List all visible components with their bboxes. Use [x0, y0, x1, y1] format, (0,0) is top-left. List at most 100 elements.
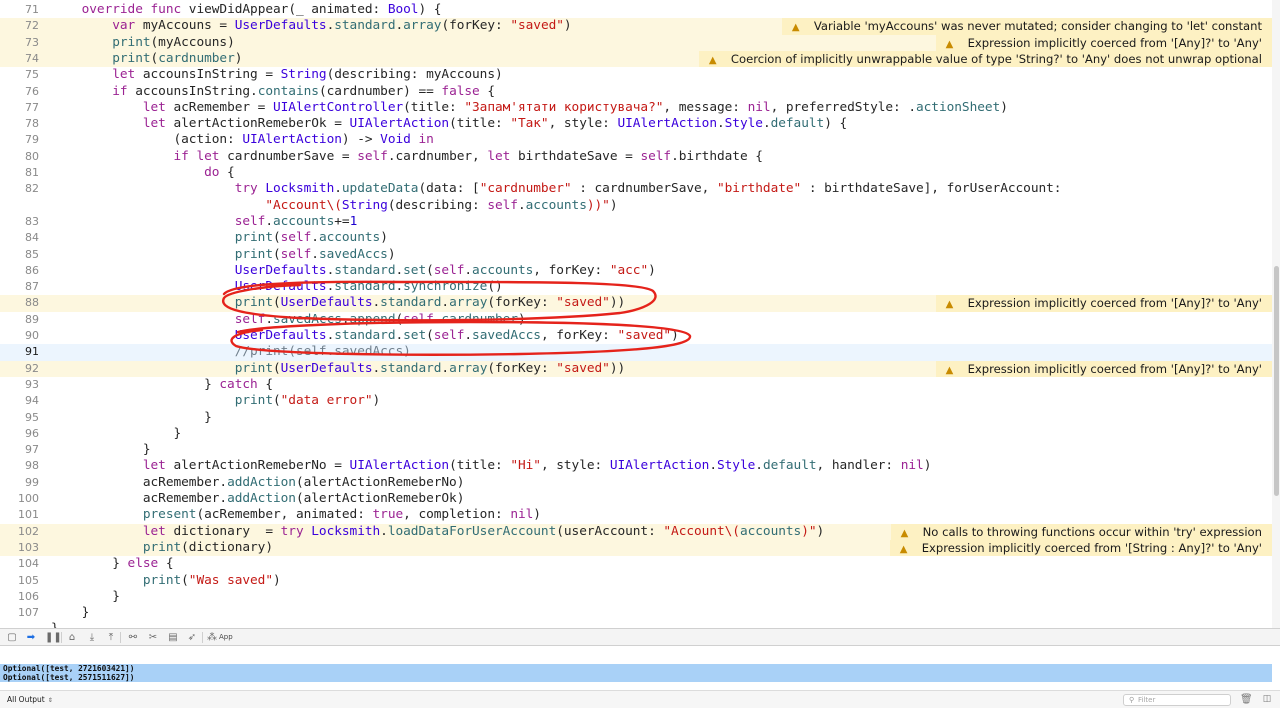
code-text[interactable]: (action: UIAlertAction) -> Void in — [51, 132, 433, 148]
line-number[interactable]: 93 — [0, 377, 39, 393]
code-text[interactable]: UserDefaults.standard.synchronize() — [51, 279, 503, 295]
step-over-icon[interactable]: ⌂ — [65, 631, 79, 644]
code-text[interactable]: UserDefaults.standard.set(self.savedAccs… — [51, 328, 679, 344]
code-line[interactable]: 85 print(self.savedAccs) — [0, 247, 1280, 263]
code-text[interactable]: } — [51, 426, 181, 442]
line-number[interactable]: 105 — [0, 573, 39, 589]
code-line[interactable]: "Account\(String(describing: self.accoun… — [0, 198, 1280, 214]
line-number[interactable]: 89 — [0, 312, 39, 328]
line-number[interactable]: 99 — [0, 475, 39, 491]
line-number[interactable]: 82 — [0, 181, 39, 197]
code-line[interactable]: 80 if let cardnumberSave = self.cardnumb… — [0, 149, 1280, 165]
code-text[interactable]: let alertActionRemeberOk = UIAlertAction… — [51, 116, 847, 132]
code-text[interactable]: } — [51, 442, 151, 458]
code-line[interactable]: 86 UserDefaults.standard.set(self.accoun… — [0, 263, 1280, 279]
code-text[interactable]: print(UserDefaults.standard.array(forKey… — [51, 361, 625, 377]
code-line[interactable]: 89 self.savedAccs.append(self.cardnumber… — [0, 312, 1280, 328]
warning-message[interactable]: ▲ Expression implicitly coerced from '[An… — [935, 295, 1274, 312]
line-number[interactable]: 81 — [0, 165, 39, 181]
code-line[interactable]: 100 acRemember.addAction(alertActionReme… — [0, 491, 1280, 507]
console-output[interactable]: Optional([test, 2721603421]) Optional([te… — [0, 646, 1280, 690]
line-number[interactable]: 95 — [0, 410, 39, 426]
step-into-icon[interactable]: ⤓ — [85, 631, 99, 644]
line-number[interactable]: 104 — [0, 556, 39, 572]
code-text[interactable]: print(UserDefaults.standard.array(forKey… — [51, 295, 625, 311]
code-line[interactable]: 107 } — [0, 605, 1280, 621]
code-text[interactable]: } — [51, 410, 212, 426]
code-line[interactable]: 106 } — [0, 589, 1280, 605]
code-text[interactable]: print(dictionary) — [51, 540, 273, 556]
code-text[interactable]: if let cardnumberSave = self.cardnumber,… — [51, 149, 762, 165]
line-number[interactable]: 92 — [0, 361, 39, 377]
code-line[interactable]: 83 self.accounts+=1 — [0, 214, 1280, 230]
code-line[interactable]: 103 print(dictionary) ▲ Expression implici… — [0, 539, 1280, 557]
line-number[interactable]: 85 — [0, 247, 39, 263]
code-editor[interactable]: 71 override func viewDidAppear(_ animate… — [0, 0, 1280, 628]
line-number[interactable]: 79 — [0, 132, 39, 148]
code-text[interactable]: print("Was saved") — [51, 573, 281, 589]
line-number[interactable]: 74 — [0, 51, 39, 67]
filter-field[interactable]: ⚲ — [1123, 694, 1231, 706]
line-number[interactable]: 94 — [0, 393, 39, 409]
code-text[interactable]: let alertActionRemeberNo = UIAlertAction… — [51, 458, 932, 474]
view-hierarchy-icon[interactable]: ⚯ — [126, 631, 140, 644]
code-line[interactable]: 84 print(self.accounts) — [0, 230, 1280, 246]
line-number[interactable]: 91 — [0, 344, 39, 360]
code-text[interactable]: print(cardnumber) — [51, 51, 242, 67]
line-number[interactable]: 97 — [0, 442, 39, 458]
code-line[interactable]: 75 let accounsInString = String(describi… — [0, 67, 1280, 83]
memory-graph-icon[interactable]: ✂ — [146, 631, 160, 644]
line-number[interactable]: 72 — [0, 18, 39, 34]
line-number[interactable]: 76 — [0, 84, 39, 100]
line-number[interactable]: 101 — [0, 507, 39, 523]
code-line[interactable]: 87 UserDefaults.standard.synchronize() — [0, 279, 1280, 295]
code-text[interactable]: self.accounts+=1 — [51, 214, 358, 230]
code-text[interactable]: print("data error") — [51, 393, 381, 409]
line-number[interactable]: 87 — [0, 279, 39, 295]
code-line[interactable]: 94 print("data error") — [0, 393, 1280, 409]
target-app-label[interactable]: App — [219, 631, 233, 644]
code-text[interactable]: acRemember.addAction(alertActionRemeberO… — [51, 491, 465, 507]
code-text[interactable]: "Account\(String(describing: self.accoun… — [51, 198, 617, 214]
code-line[interactable]: } — [0, 621, 1280, 628]
code-line[interactable]: 82 try Locksmith.updateData(data: ["card… — [0, 181, 1280, 197]
code-line[interactable]: 93 } catch { — [0, 377, 1280, 393]
line-number[interactable]: 88 — [0, 295, 39, 311]
hide-debug-area-icon[interactable]: ▢ — [5, 631, 19, 644]
line-number[interactable]: 77 — [0, 100, 39, 116]
code-text[interactable]: present(acRemember, animated: true, comp… — [51, 507, 541, 523]
line-number[interactable]: 84 — [0, 230, 39, 246]
code-text[interactable]: print(self.savedAccs) — [51, 247, 396, 263]
environment-overrides-icon[interactable]: ▤ — [166, 631, 180, 644]
target-app-icon[interactable]: ⁂ — [205, 631, 219, 644]
code-text[interactable]: } — [51, 605, 90, 621]
code-line[interactable]: 71 override func viewDidAppear(_ animate… — [0, 2, 1280, 18]
code-line[interactable]: 99 acRemember.addAction(alertActionRemeb… — [0, 475, 1280, 491]
code-text[interactable]: self.savedAccs.append(self.cardnumber) — [51, 312, 526, 328]
code-text[interactable]: do { — [51, 165, 235, 181]
console-output-line[interactable]: Optional([test, 2721603421]) — [0, 664, 1272, 673]
code-line[interactable]: 105 print("Was saved") — [0, 573, 1280, 589]
step-out-icon[interactable]: ⤒ — [104, 631, 118, 644]
line-number[interactable]: 102 — [0, 524, 39, 540]
code-line[interactable]: 101 present(acRemember, animated: true, … — [0, 507, 1280, 523]
line-number[interactable]: 86 — [0, 263, 39, 279]
code-line[interactable]: 72 var myAccouns = UserDefaults.standard… — [0, 18, 1280, 35]
code-text[interactable]: if accounsInString.contains(cardnumber) … — [51, 84, 495, 100]
line-number[interactable]: 96 — [0, 426, 39, 442]
warning-message[interactable]: ▲ Variable 'myAccouns' was never mutated;… — [781, 18, 1274, 35]
code-line[interactable]: 91 //print(self.savedAccs) — [0, 344, 1280, 361]
line-number[interactable]: 71 — [0, 2, 39, 18]
code-text[interactable]: } — [51, 589, 120, 605]
line-number[interactable]: 78 — [0, 116, 39, 132]
code-text[interactable]: //print(self.savedAccs) — [51, 344, 411, 360]
code-line[interactable]: 92 print(UserDefaults.standard.array(for… — [0, 360, 1280, 377]
code-line[interactable]: 78 let alertActionRemeberOk = UIAlertAct… — [0, 116, 1280, 132]
code-line[interactable]: 73 print(myAccouns) ▲ Expression implicitl… — [0, 34, 1280, 51]
line-number[interactable]: 83 — [0, 214, 39, 230]
filter-input[interactable] — [1138, 695, 1228, 705]
editor-scrollbar-thumb[interactable] — [1274, 266, 1279, 496]
code-line[interactable]: 77 let acRemember = UIAlertController(ti… — [0, 100, 1280, 116]
code-text[interactable]: override func viewDidAppear(_ animated: … — [51, 2, 442, 18]
code-line[interactable]: 81 do { — [0, 165, 1280, 181]
